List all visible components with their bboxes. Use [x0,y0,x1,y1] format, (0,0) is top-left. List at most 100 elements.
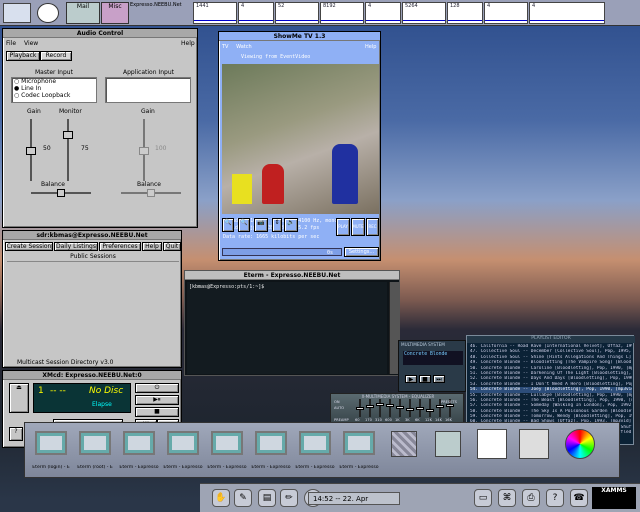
tab-record[interactable]: Record [40,51,72,61]
terminal-area[interactable]: [kbmas@Expresso:pts/1:~]$ [187,282,387,374]
eq-knob[interactable] [426,409,434,412]
eq-slider[interactable] [356,399,364,417]
help-icon[interactable]: ? [9,427,23,441]
speaker-icon[interactable]: 🔈 [284,218,298,232]
misc-button[interactable]: Misc [101,2,129,24]
xmcd-title: XMcd: Expresso.NEEBU.Net:0 [3,371,181,380]
printer-icon[interactable]: ⎙ [522,489,540,507]
sdr-window: sdr:kbmas@Expresso.NEEBU.Net Create Sess… [2,230,182,368]
eq-presets-label[interactable]: PRESETS [441,400,457,404]
playlist-item[interactable]: 57. Concrete Blonde -- Someday [Walking … [470,403,632,408]
record-button[interactable]: REC [366,218,379,236]
app-balance-label: Balance [137,181,161,188]
volume-arrows[interactable]: ⇕ [272,218,282,232]
public-sessions-label: Public Sessions [70,253,116,260]
eq-knob[interactable] [386,404,394,407]
playlist-item[interactable]: 49. Concrete Blonde -- Bloodletting (The… [470,360,632,365]
stop-button[interactable]: ■ [135,407,179,417]
gain-label: Gain [27,108,41,115]
play-button[interactable]: PLAY [336,218,350,236]
pen-icon[interactable]: ✏ [280,489,298,507]
eq-slider[interactable] [376,399,384,417]
paw-icon[interactable]: ✋ [212,489,230,507]
progress-track[interactable]: 0s [222,248,342,256]
menu-view[interactable]: View [24,40,38,47]
dock-menu-icon[interactable] [435,431,461,457]
input-line-in[interactable]: ● Line In [12,85,96,92]
eq-knob[interactable] [436,405,444,408]
dock-task[interactable]: Eterm (login) - E [31,427,71,477]
tv-menu-tv[interactable]: TV [222,44,228,50]
eq-knob[interactable] [396,406,404,409]
tools-icon[interactable]: ✎ [234,489,252,507]
dock-color-icon[interactable] [565,429,595,459]
eq-slider[interactable] [416,399,424,417]
snapshot-button[interactable]: 📷 [254,218,268,232]
dock-task[interactable]: Eterm - Expresso [251,427,291,477]
zoom-in-button[interactable]: 🔍 [222,218,234,232]
session-list[interactable] [7,261,179,353]
balance-slider[interactable] [31,189,91,197]
eq-knob[interactable] [446,404,454,407]
dock-fax-icon[interactable] [519,429,549,459]
zoom-out-button[interactable]: 🔍 [238,218,250,232]
menu-help[interactable]: Help [181,40,195,47]
monitor-icon[interactable]: ▭ [474,489,492,507]
eject-button[interactable]: ⏏ [9,383,29,413]
dock-task[interactable]: Eterm (root) - E [75,427,115,477]
settings-button[interactable]: Settings... [344,247,379,257]
sdr-footer: Multicast Session Directory v3.0 [17,359,114,366]
eq-knob[interactable] [366,405,374,408]
phone-tray-icon[interactable]: ☎ [570,489,588,507]
eq-slider[interactable] [426,399,434,417]
drawer-icon[interactable]: ▤ [258,489,276,507]
mail-button[interactable]: Mail [66,2,100,24]
network-icon[interactable]: ⌘ [498,489,516,507]
app-balance-slider[interactable] [121,189,181,197]
mute-button[interactable]: MUTE [351,218,365,236]
sdr-help-button[interactable]: Help [142,242,162,251]
eq-knob[interactable] [376,403,384,406]
dock-task[interactable]: Eterm - Expresso [163,427,203,477]
tv-menu-help[interactable]: Help [365,44,376,50]
dock-task[interactable]: Eterm - Expresso [207,427,247,477]
playlist-item[interactable]: 54. Concrete Blonde -- Joey [Bloodlettin… [470,387,632,393]
eq-knob[interactable] [406,408,414,411]
eq-knob[interactable] [416,407,424,410]
menu-file[interactable]: File [6,40,16,47]
tab-playback[interactable]: Playback [6,51,40,61]
monitor-slider[interactable] [63,119,73,181]
player-play[interactable]: ▶ [405,375,417,383]
preferences-button[interactable]: Preferences [99,242,141,251]
eq-auto-label[interactable]: AUTO [334,406,344,410]
app-gain-slider[interactable] [139,119,149,181]
help-tray-icon[interactable]: ? [546,489,564,507]
power-button[interactable]: ⏻ [135,383,179,393]
dock-task[interactable]: Eterm - Expresso [339,427,379,477]
dock-phone-icon[interactable] [477,429,507,459]
player-next[interactable]: ⏭ [433,375,445,383]
player-stop[interactable]: ■ [419,375,431,383]
playlist-item[interactable]: 47. Collective Soul -- December [Collect… [470,349,632,354]
eq-knob[interactable] [356,407,364,410]
daily-listings-button[interactable]: Daily Listings [54,242,98,251]
app-icon-monitor[interactable] [3,3,31,23]
eq-slider[interactable] [386,399,394,417]
dock-task[interactable]: Eterm - Expresso [295,427,335,477]
input-microphone[interactable]: ○ Microphone [12,78,96,85]
gain-slider[interactable] [26,119,36,181]
app-input-list[interactable] [105,77,191,103]
playlist-item[interactable]: 52. Concrete Blonde -- Days And Days [Bl… [470,376,632,381]
create-session-button[interactable]: Create Session [5,242,53,251]
eq-on-label[interactable]: ON [334,400,340,404]
quit-button[interactable]: Quit [163,242,181,251]
tv-menu-watch[interactable]: Watch [236,44,252,50]
clock-icon[interactable] [37,3,59,23]
dock-task[interactable]: Eterm - Expresso [119,427,159,477]
dock-pager-icon[interactable] [391,431,417,457]
eq-slider[interactable] [396,399,404,417]
input-codec-loopback[interactable]: ○ Codec Loopback [12,92,96,99]
play-pause-button[interactable]: ▶⏸ [135,395,179,405]
eq-slider[interactable] [366,399,374,417]
eq-slider[interactable] [406,399,414,417]
